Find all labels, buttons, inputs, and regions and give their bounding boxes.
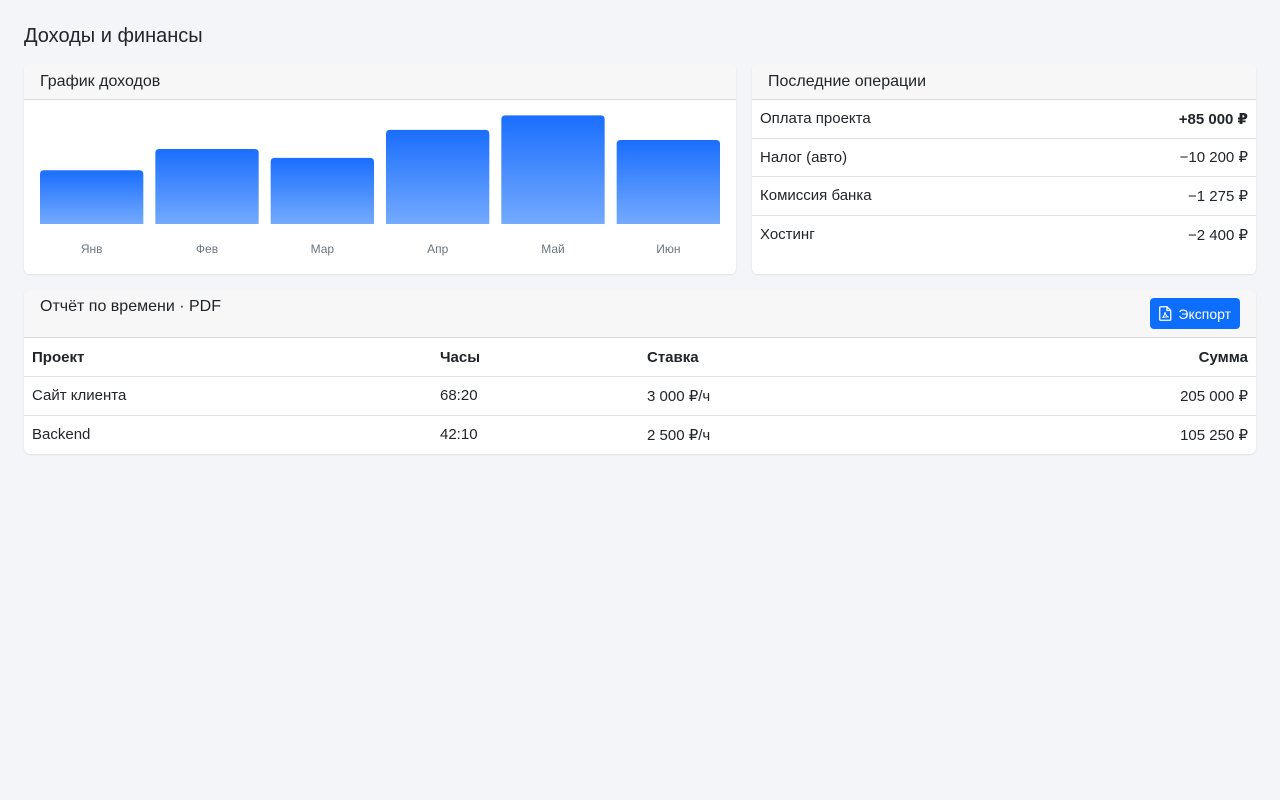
operations-title: Последние операции — [768, 72, 927, 90]
cell-rate: 3 000 ₽/ч — [639, 376, 939, 416]
operation-label: Оплата проекта — [760, 110, 871, 128]
chart-bar-Мар[interactable] — [270, 157, 374, 224]
operations-card: Последние операции Оплата проекта +85 00… — [752, 64, 1256, 274]
column-header-project[interactable]: Проект — [24, 338, 432, 377]
export-button[interactable]: Экспорт — [1150, 298, 1240, 329]
chart-bar-Фев[interactable] — [155, 148, 259, 224]
chart-body: Янв Фев Мар Апр Май Июн — [24, 100, 736, 264]
time-report-title: Отчёт по времени · PDF — [40, 298, 221, 315]
operations-header: Последние операции — [752, 64, 1256, 100]
x-tick-label: Июн — [656, 242, 680, 256]
operation-amount: −1 275 ₽ — [1187, 187, 1248, 205]
cell-rate: 2 500 ₽/ч — [647, 426, 711, 444]
cell-sum: 105 250 ₽ — [1180, 426, 1248, 444]
x-tick-label: Апр — [427, 242, 449, 256]
cell-project: Backend — [32, 426, 91, 443]
operation-label: Хостинг — [760, 226, 815, 244]
pdf-file-icon — [1159, 306, 1172, 321]
table-row[interactable]: Сайт клиента 68:20 3 000 ₽/ч 205 000 ₽ — [24, 376, 1256, 416]
cell-sum: 205 000 ₽ — [938, 376, 1256, 416]
income-chart-title: График доходов — [40, 72, 161, 90]
cell-hours: 68:20 — [432, 376, 639, 416]
x-axis-labels: Янв Фев Мар Апр Май Июн — [81, 242, 681, 256]
income-bar-chart: Янв Фев Мар Апр Май Июн — [40, 115, 720, 256]
operation-row[interactable]: Оплата проекта +85 000 ₽ — [752, 100, 1256, 139]
operation-row[interactable]: Хостинг −2 400 ₽ — [752, 216, 1256, 255]
x-tick-label: Фев — [196, 242, 218, 256]
column-header-hours[interactable]: Часы — [432, 338, 639, 377]
x-tick-label: Май — [541, 242, 565, 256]
export-button-label: Экспорт — [1178, 305, 1231, 322]
time-report-header: Отчёт по времени · PDF Экспорт — [24, 290, 1256, 338]
cell-hours: 42:10 — [440, 426, 478, 443]
page: Доходы и финансы График доходов Янв Фев Ма… — [0, 0, 1280, 454]
operation-row[interactable]: Комиссия банка −1 275 ₽ — [752, 177, 1256, 216]
table-row[interactable]: Backend 42:10 2 500 ₽/ч 105 250 ₽ — [24, 415, 1256, 454]
page-title: Доходы и финансы — [24, 25, 203, 47]
time-report-card: Отчёт по времени · PDF Экспорт Проект Ча… — [24, 290, 1256, 454]
top-row: График доходов Янв Фев Мар Апр Май Июн П… — [24, 64, 1256, 274]
time-report-table: Проект Часы Ставка Сумма Сайт клиента 68… — [24, 338, 1256, 454]
column-header-sum[interactable]: Сумма — [938, 338, 1256, 377]
operations-list: Оплата проекта +85 000 ₽ Налог (авто) −1… — [752, 100, 1256, 254]
income-chart-card: График доходов Янв Фев Мар Апр Май Июн — [24, 64, 736, 274]
chart-bar-Май[interactable] — [501, 115, 605, 224]
x-tick-label: Мар — [311, 242, 335, 256]
chart-bar-Апр[interactable] — [386, 129, 490, 224]
chart-bar-Июн[interactable] — [616, 140, 720, 224]
operation-amount: −2 400 ₽ — [1187, 226, 1248, 244]
chart-bar-Янв[interactable] — [40, 170, 144, 224]
operation-amount: −10 200 ₽ — [1179, 149, 1248, 167]
operation-label: Комиссия банка — [760, 187, 872, 205]
cell-project: Сайт клиента — [24, 376, 432, 416]
x-tick-label: Янв — [81, 242, 103, 256]
table-header-row: Проект Часы Ставка Сумма — [24, 338, 1256, 377]
column-header-rate[interactable]: Ставка — [639, 338, 939, 377]
operation-label: Налог (авто) — [760, 148, 848, 166]
operation-amount: +85 000 ₽ — [1178, 110, 1248, 128]
bars-group — [40, 115, 720, 224]
operation-row[interactable]: Налог (авто) −10 200 ₽ — [752, 139, 1256, 177]
income-chart-header: График доходов — [24, 64, 736, 100]
